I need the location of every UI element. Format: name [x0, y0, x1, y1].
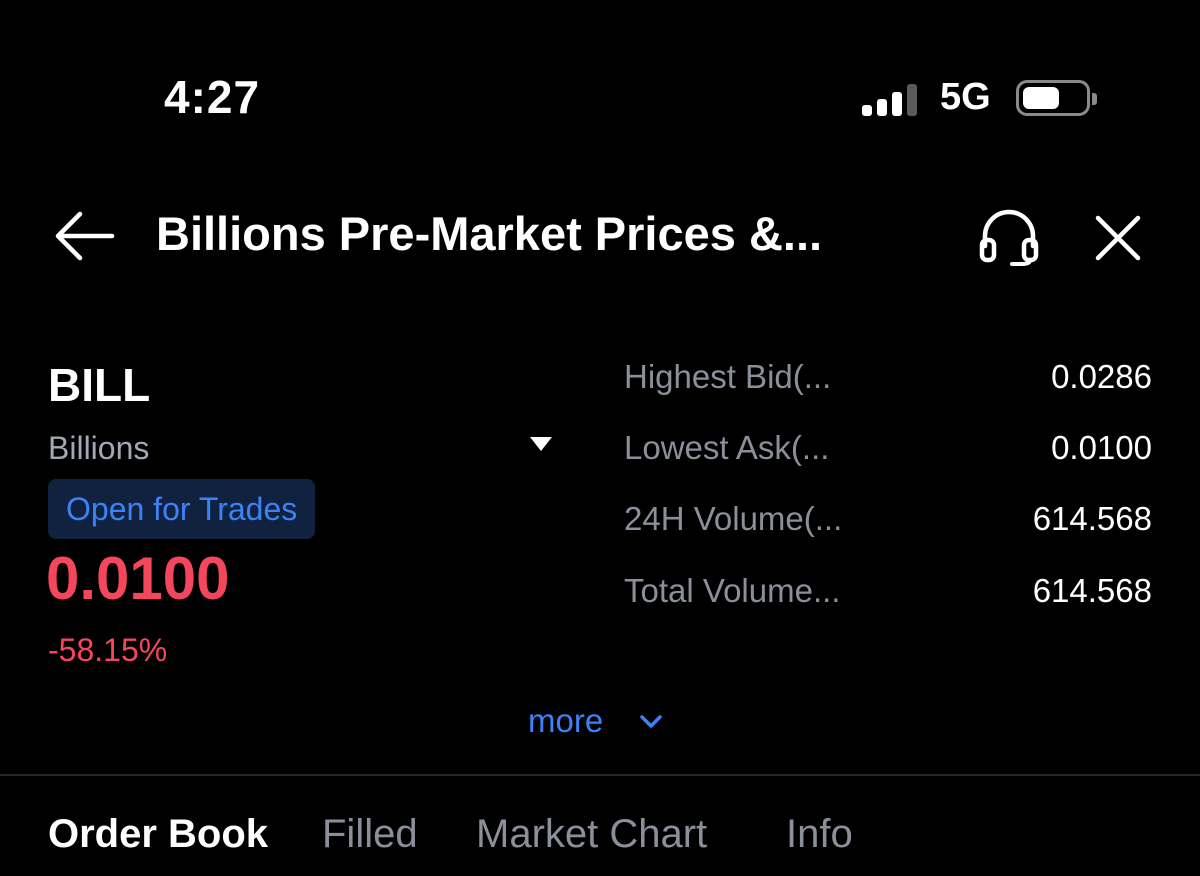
back-button[interactable] [52, 206, 116, 266]
more-button[interactable]: more [528, 702, 603, 740]
section-divider [0, 774, 1200, 776]
status-time: 4:27 [164, 71, 261, 123]
stat-value-24h-volume: 614.568 [1032, 500, 1152, 537]
token-ticker: BILL [48, 359, 151, 411]
chevron-down-icon [640, 715, 662, 728]
tab-filled[interactable]: Filled [322, 812, 418, 857]
more-expand-toggle[interactable] [638, 712, 664, 732]
token-selector-dropdown[interactable] [528, 434, 554, 454]
stat-label-24h-volume: 24H Volume(... [624, 500, 843, 537]
token-name: Billions [48, 430, 150, 466]
network-type: 5G [940, 76, 991, 118]
caret-down-icon [530, 437, 552, 451]
support-button[interactable] [976, 206, 1042, 266]
headset-icon [979, 209, 1039, 266]
stat-label-total-volume: Total Volume... [624, 572, 841, 609]
arrow-left-icon [55, 211, 115, 261]
tab-order-book[interactable]: Order Book [48, 812, 268, 857]
stat-value-total-volume: 614.568 [1032, 572, 1152, 609]
close-icon [1095, 215, 1141, 261]
battery-icon [1016, 80, 1097, 116]
stat-value-highest-bid: 0.0286 [1051, 358, 1152, 395]
stat-label-lowest-ask: Lowest Ask(... [624, 429, 830, 466]
close-button[interactable] [1090, 206, 1146, 266]
tab-market-chart[interactable]: Market Chart [476, 812, 707, 857]
cellular-signal-icon [862, 82, 918, 116]
status-badge: Open for Trades [48, 479, 316, 539]
tab-info[interactable]: Info [786, 812, 853, 857]
page-title: Billions Pre-Market Prices &... [156, 207, 823, 260]
current-price: 0.0100 [46, 545, 230, 612]
stat-label-highest-bid: Highest Bid(... [624, 358, 832, 395]
price-change-percent: -58.15% [48, 632, 168, 668]
stat-value-lowest-ask: 0.0100 [1051, 429, 1152, 466]
